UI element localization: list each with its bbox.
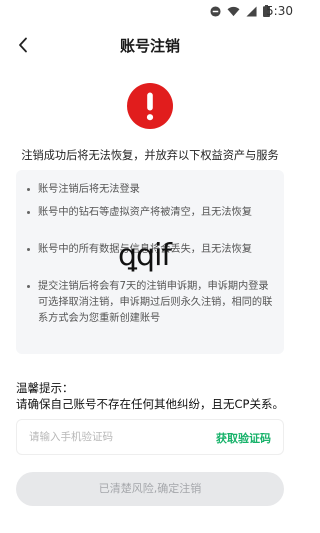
bullet-icon — [27, 248, 30, 251]
bullet-icon — [27, 188, 30, 191]
rule-item: 账号中的钻石等虚拟资产将被清空，且无法恢复 — [27, 205, 274, 221]
bullet-icon — [27, 211, 30, 214]
status-bar: 5:30 — [0, 0, 300, 24]
signal-icon — [246, 5, 257, 17]
exclamation-icon — [127, 83, 173, 129]
rule-item: 账号注销后将无法登录 — [27, 182, 274, 198]
rule-text: 提交注销后将会有7天的注销申诉期，申诉期内登录可选择取消注销，申诉期过后则永久注… — [38, 281, 273, 324]
rule-item: 提交注销后将会有7天的注销申诉期，申诉期内登录可选择取消注销，申诉期过后则永久注… — [27, 279, 274, 327]
watermark: ꝗqif — [118, 238, 172, 273]
confirm-deletion-button[interactable]: 已清楚风险,确定注销 — [16, 472, 284, 506]
rule-text: 账号中的钻石等虚拟资产将被清空，且无法恢复 — [38, 207, 252, 218]
get-code-button[interactable]: 获取验证码 — [216, 430, 271, 446]
account-deletion-page: 5:30 账号注销 注销成功后将无法恢复，并放弃以下权益资产与服务 账号注销后将… — [0, 0, 300, 533]
bullet-icon — [27, 285, 30, 288]
status-icons — [210, 5, 270, 17]
tips-title: 温馨提示： — [16, 381, 74, 395]
rule-text: 账号注销后将无法登录 — [38, 184, 140, 195]
verification-code-input[interactable] — [29, 420, 199, 454]
verification-code-field: 获取验证码 — [16, 419, 284, 455]
warning-text: 注销成功后将无法恢复，并放弃以下权益资产与服务 — [21, 149, 279, 162]
wifi-icon — [227, 6, 240, 16]
status-time: 5:30 — [266, 4, 293, 18]
page-title: 账号注销 — [119, 37, 180, 55]
header: 账号注销 — [0, 32, 300, 58]
tips-text: 请确保自己账号不存在任何其他纠纷，且无CP关系。 — [16, 397, 284, 411]
dnd-icon — [210, 5, 221, 17]
